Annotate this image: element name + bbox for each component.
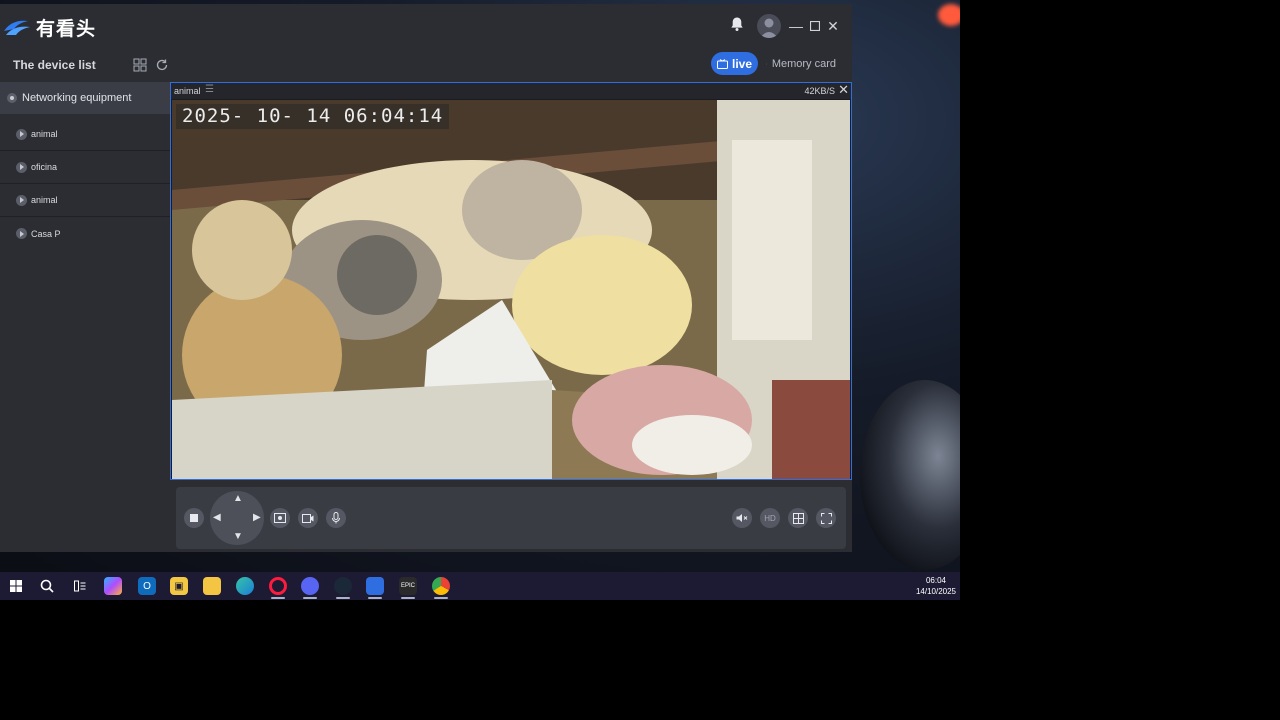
- store-icon[interactable]: ▣: [170, 577, 188, 595]
- chrome-active-indicator: [434, 597, 448, 599]
- notification-bell-icon[interactable]: [727, 16, 747, 36]
- ptz-left-icon[interactable]: ◀: [213, 512, 221, 523]
- desktop: 有看头 — ✕ The device list live Memory card…: [0, 0, 960, 600]
- camera-feed[interactable]: 2025- 10- 14 06:04:14: [172, 100, 850, 479]
- ptz-right-icon[interactable]: ▶: [253, 512, 261, 523]
- wallpaper-glow: [938, 4, 960, 26]
- play-icon: [16, 161, 27, 173]
- close-video-icon[interactable]: ✕: [838, 82, 849, 98]
- video-header: animal ☰ 42KB/S ✕: [171, 82, 851, 99]
- app-window: 有看头 — ✕ The device list live Memory card…: [0, 4, 852, 552]
- fullscreen-button[interactable]: [816, 508, 836, 528]
- camera-feed-image: [172, 100, 850, 479]
- user-avatar[interactable]: [757, 14, 781, 38]
- device-group-label: Networking equipment: [22, 92, 132, 104]
- clock-date: 14/10/2025: [915, 587, 956, 596]
- discord-active-indicator: [303, 597, 317, 599]
- memory-card-tab-button[interactable]: Memory card: [766, 56, 836, 72]
- device-group-networking[interactable]: Networking equipment: [0, 82, 170, 114]
- device-label: Casa P: [31, 228, 61, 239]
- title-bar: 有看头 — ✕: [0, 4, 852, 50]
- steam-icon[interactable]: [334, 577, 352, 595]
- tv-icon: [716, 58, 728, 69]
- ptz-control-pad[interactable]: ▲ ▼ ◀ ▶: [210, 491, 264, 545]
- video-timestamp-overlay: 2025- 10- 14 06:04:14: [176, 104, 450, 129]
- search-icon[interactable]: [38, 577, 56, 595]
- chrome-icon[interactable]: [432, 577, 450, 595]
- steam-active-indicator: [336, 597, 350, 599]
- device-label: animal: [31, 129, 58, 139]
- playback-controls: ▲ ▼ ◀ ▶ HD: [176, 487, 846, 549]
- play-icon: [16, 128, 27, 140]
- opera-browser-icon[interactable]: [269, 577, 287, 595]
- gear-icon: [7, 93, 17, 103]
- video-bitrate: 42KB/S: [804, 86, 835, 96]
- refresh-icon[interactable]: [155, 58, 169, 72]
- grid-view-icon[interactable]: [133, 58, 147, 72]
- maximize-button[interactable]: [805, 16, 825, 36]
- camera-app-icon[interactable]: [366, 577, 384, 595]
- live-tab-button[interactable]: live: [711, 52, 758, 75]
- clock-time: 06:04: [925, 576, 946, 585]
- play-icon: [16, 194, 27, 206]
- system-clock[interactable]: 06:04 14/10/2025: [916, 575, 956, 597]
- epic-games-icon[interactable]: EPIC: [399, 577, 417, 595]
- opera-active-indicator: [271, 597, 285, 599]
- video-pane[interactable]: animal ☰ 42KB/S ✕ 2025- 10- 14 06:04:14: [170, 82, 852, 480]
- device-item-casa-p[interactable]: Casa P: [0, 217, 170, 250]
- toolbar: The device list live Memory card: [0, 50, 852, 82]
- stop-button[interactable]: [184, 508, 204, 528]
- file-explorer-icon[interactable]: [203, 577, 221, 595]
- split-screen-button[interactable]: [788, 508, 808, 528]
- device-label: oficina: [31, 162, 58, 172]
- memory-card-tab-label: Memory card: [771, 58, 836, 70]
- ptz-up-icon[interactable]: ▲: [233, 493, 243, 504]
- task-view-icon[interactable]: [71, 577, 89, 595]
- app-logo-icon: [4, 20, 30, 35]
- wallpaper-shape: [860, 380, 960, 570]
- device-item-animal[interactable]: animal: [0, 118, 170, 151]
- edge-browser-icon[interactable]: [236, 577, 254, 595]
- device-label: animal: [31, 195, 58, 205]
- device-list-title: The device list: [13, 58, 96, 72]
- app-title: 有看头: [36, 19, 97, 40]
- snapshot-button[interactable]: [270, 508, 290, 528]
- menu-icon[interactable]: ☰: [205, 84, 214, 95]
- device-item-animal-2[interactable]: animal: [0, 184, 170, 217]
- camera-app-active-indicator: [368, 597, 382, 599]
- discord-icon[interactable]: [301, 577, 319, 595]
- hd-quality-button[interactable]: HD: [760, 508, 780, 528]
- windows-start-icon[interactable]: [7, 577, 25, 595]
- video-channel-name: animal: [174, 86, 201, 96]
- device-sidebar: Networking equipment animal oficina anim…: [0, 82, 170, 552]
- epic-active-indicator: [401, 597, 415, 599]
- taskbar: O ▣ EPIC 06:04 14/10/2025: [0, 572, 960, 600]
- app-logo: 有看头: [2, 14, 96, 41]
- microphone-button[interactable]: [326, 508, 346, 528]
- copilot-icon[interactable]: [104, 577, 122, 595]
- outlook-icon[interactable]: O: [138, 577, 156, 595]
- minimize-button[interactable]: —: [786, 16, 806, 36]
- ptz-down-icon[interactable]: ▼: [233, 531, 243, 542]
- play-icon: [16, 228, 27, 239]
- live-tab-label: live: [731, 56, 752, 71]
- memory-card-icon: [766, 63, 767, 65]
- mute-button[interactable]: [732, 508, 752, 528]
- close-button[interactable]: ✕: [823, 16, 843, 36]
- record-video-button[interactable]: [298, 508, 318, 528]
- device-item-oficina[interactable]: oficina: [0, 151, 170, 184]
